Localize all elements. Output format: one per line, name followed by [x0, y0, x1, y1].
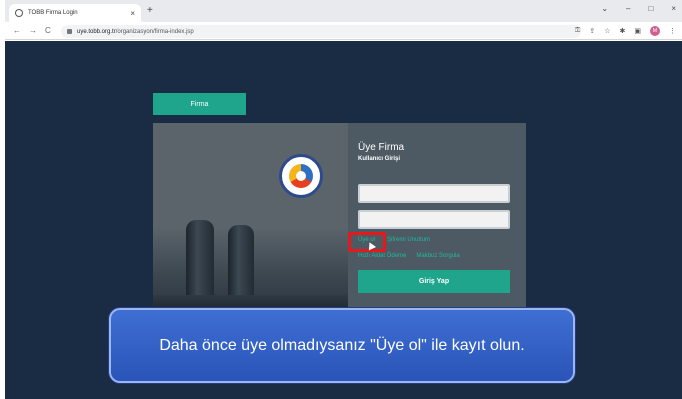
url-path: /organizasyon/firma-index.jsp: [115, 28, 194, 35]
back-button[interactable]: ←: [13, 26, 21, 35]
tutorial-caption: Daha önce üye olmadıysanız "Üye ol" ile …: [109, 308, 575, 383]
maximize-button[interactable]: □: [648, 4, 653, 13]
register-highlight: [348, 232, 386, 252]
tab-firma[interactable]: Firma: [153, 93, 246, 115]
page-content: Firma Üye Firma Kullanıcı Girişi Üye ol: [5, 41, 682, 399]
tab-search-button[interactable]: ⌄: [601, 4, 608, 13]
tobb-logo-icon: [279, 154, 323, 198]
profile-avatar[interactable]: M: [650, 26, 660, 36]
extensions-icon[interactable]: ✱: [620, 27, 626, 35]
forgot-password-link[interactable]: Şifremi Unuttum: [387, 237, 430, 243]
logo-center: [296, 171, 306, 181]
sidepanel-icon[interactable]: ▣: [634, 27, 641, 35]
forward-button[interactable]: →: [29, 26, 37, 35]
form-subheading: Kullanıcı Girişi: [358, 156, 401, 162]
menu-icon[interactable]: ⋮: [669, 27, 676, 35]
minimize-button[interactable]: –: [626, 4, 630, 13]
city-image: [153, 123, 348, 313]
reload-button[interactable]: C: [45, 26, 51, 35]
key-icon[interactable]: ⚿: [575, 27, 580, 35]
toolbar-icons: ⚿ ⇪ ☆ ✱ ▣ M ⋮: [575, 26, 676, 36]
form-heading: Üye Firma: [358, 142, 405, 153]
login-panel: Üye Firma Kullanıcı Girişi Üye ol Şifrem…: [153, 123, 526, 313]
new-tab-button[interactable]: +: [147, 5, 153, 16]
close-window-button[interactable]: ×: [671, 4, 676, 13]
browser-window: TOBB Firma Login × + ⌄ – □ × ← → C uye.t…: [5, 0, 682, 399]
quick-payment-link[interactable]: Hızlı Aidat Ödeme: [358, 253, 406, 259]
address-bar[interactable]: uye.tobb.org.tr /organizasyon/firma-inde…: [61, 25, 581, 38]
links-row-2: Hızlı Aidat Ödeme Makbuz Sorgula: [358, 253, 460, 259]
tab-title: TOBB Firma Login: [28, 10, 78, 16]
url-host: uye.tobb.org.tr: [77, 28, 116, 35]
share-icon[interactable]: ⇪: [589, 27, 595, 35]
login-button[interactable]: Giriş Yap: [358, 270, 510, 293]
receipt-query-link[interactable]: Makbuz Sorgula: [416, 253, 459, 259]
star-icon[interactable]: ☆: [604, 27, 610, 35]
username-input[interactable]: [358, 184, 510, 203]
password-input[interactable]: [358, 210, 510, 229]
favicon-icon: [15, 9, 23, 17]
tab-strip: TOBB Firma Login × + ⌄ – □ ×: [5, 0, 682, 22]
tab-close-button[interactable]: ×: [130, 9, 135, 18]
lock-icon: [67, 29, 72, 34]
login-form: Üye Firma Kullanıcı Girişi Üye ol Şifrem…: [348, 123, 526, 313]
browser-tab[interactable]: TOBB Firma Login ×: [9, 4, 141, 22]
toolbar: ← → C uye.tobb.org.tr /organizasyon/firm…: [5, 22, 682, 40]
window-controls: ⌄ – □ ×: [601, 4, 676, 13]
